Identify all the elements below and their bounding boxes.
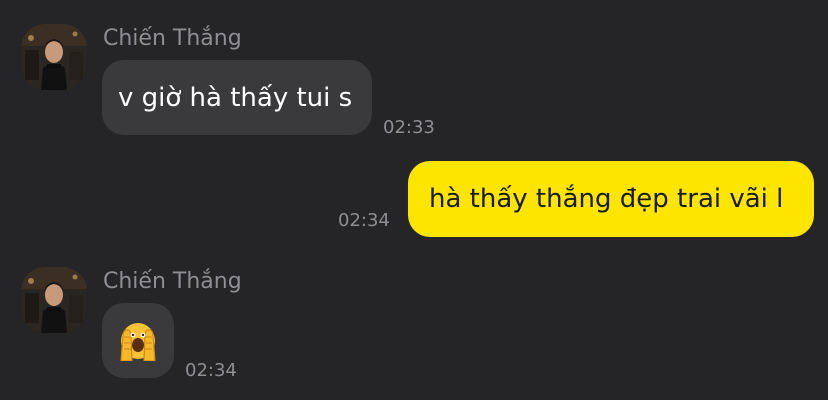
message-text: hà thấy thắng đẹp trai vãi l	[429, 184, 784, 214]
hands-over-face-emoji-icon	[120, 323, 156, 361]
message-bubble[interactable]	[102, 303, 174, 378]
message-time: 02:34	[338, 210, 390, 231]
message-bubble[interactable]: v giờ hà thấy tui s	[102, 60, 372, 135]
sender-name: Chiến Thắng	[103, 26, 242, 51]
sender-avatar[interactable]	[21, 267, 87, 333]
message-time: 02:33	[383, 117, 435, 138]
avatar-photo-icon	[21, 267, 87, 333]
sender-avatar[interactable]	[21, 24, 87, 90]
avatar-photo-icon	[21, 24, 87, 90]
message-time: 02:34	[185, 360, 237, 381]
message-text: v giờ hà thấy tui s	[118, 82, 353, 113]
message-bubble[interactable]: hà thấy thắng đẹp trai vãi l	[408, 161, 814, 237]
chat-screen: { "theme": { "background": "#252527", "i…	[0, 0, 828, 400]
sender-name: Chiến Thắng	[103, 269, 242, 294]
